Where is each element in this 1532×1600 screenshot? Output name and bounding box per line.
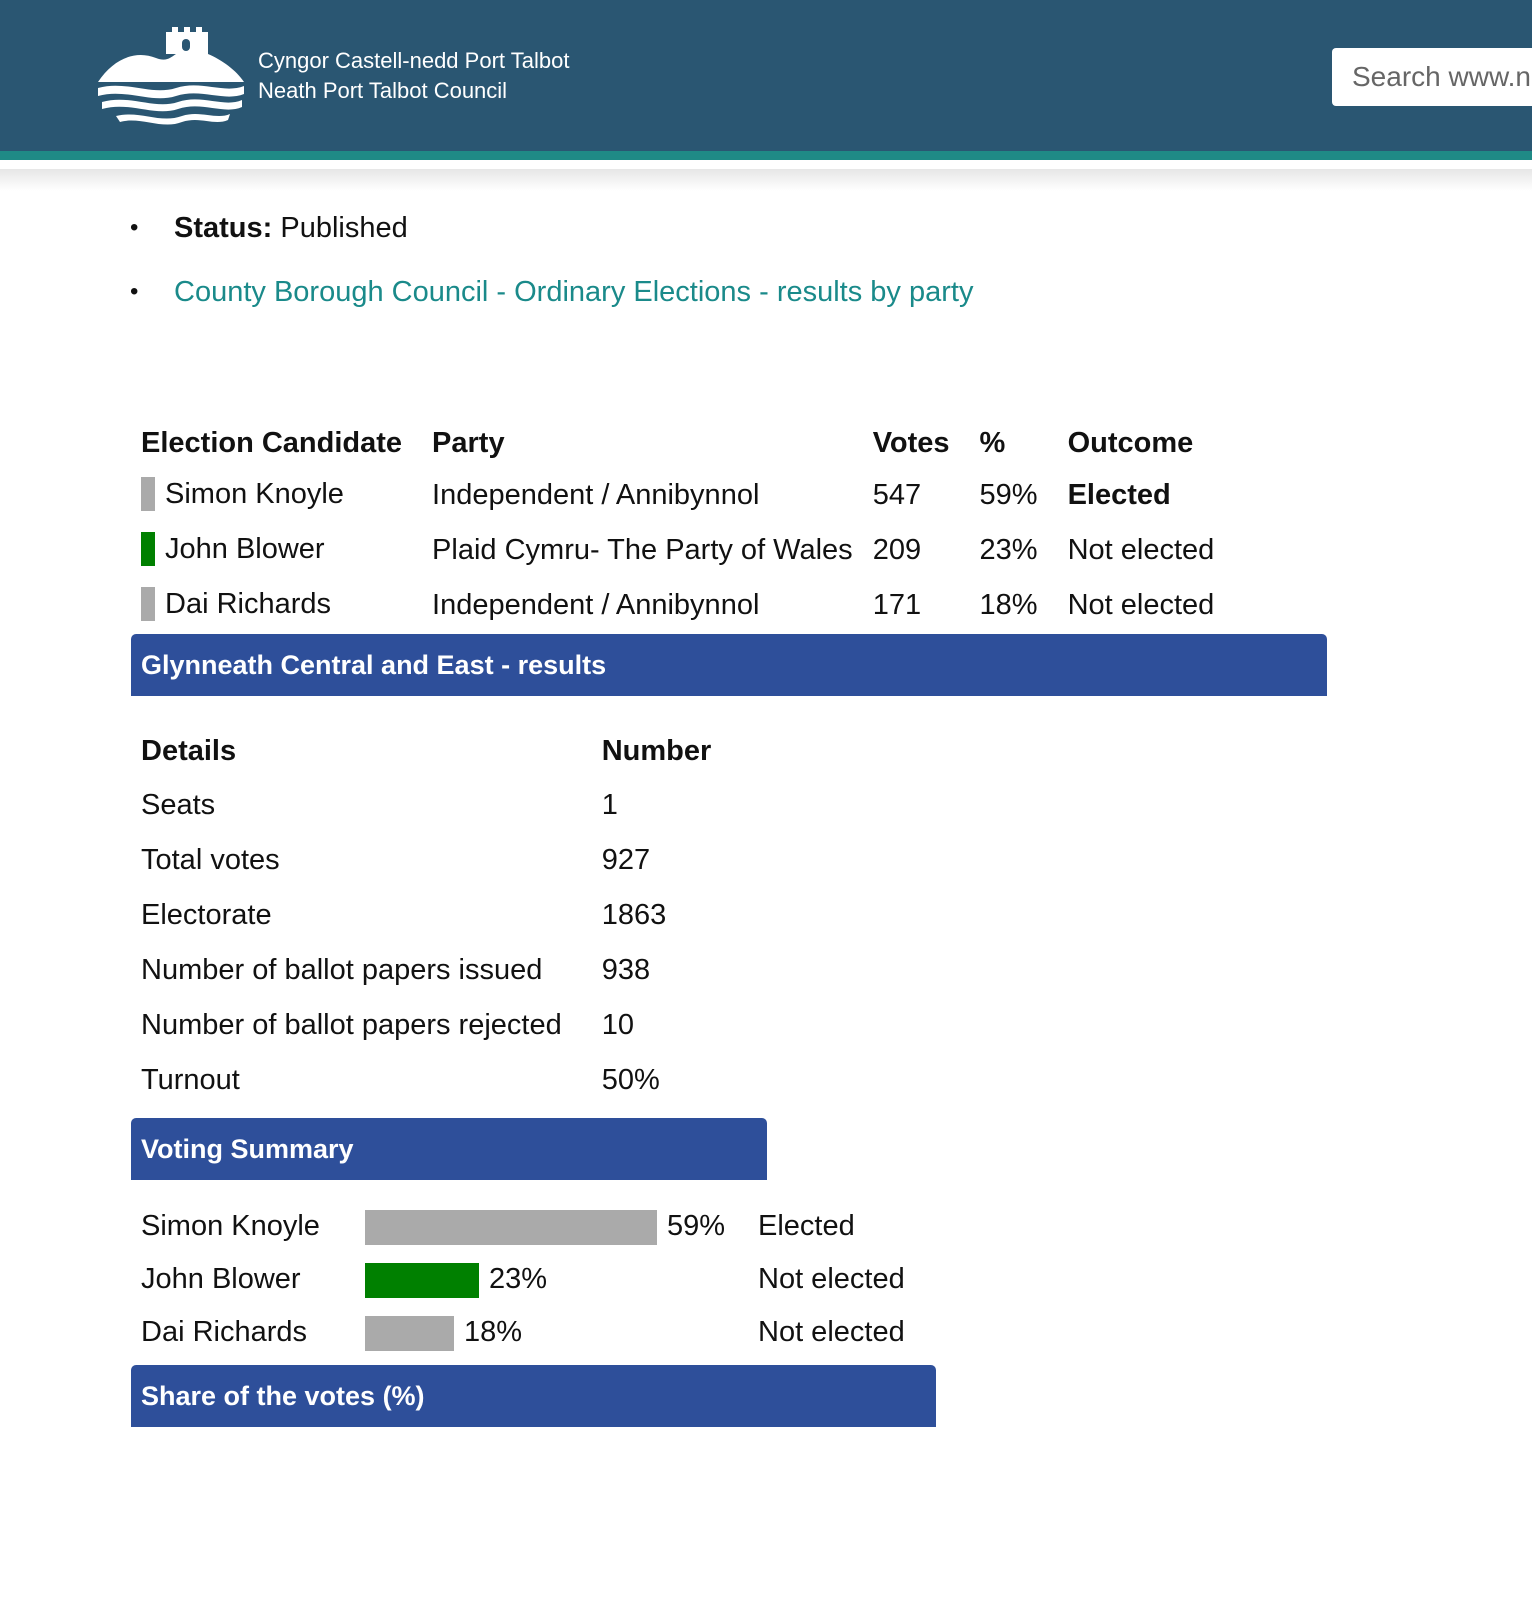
results-header-row: Election Candidate Party Votes % Outcome xyxy=(131,418,1224,468)
table-row: Simon Knoyle Independent / Annibynnol 54… xyxy=(131,468,1224,523)
candidate-cell: Dai Richards xyxy=(131,578,412,633)
header-shadow xyxy=(0,169,1532,191)
vote-share-percent: 59% xyxy=(667,1210,726,1242)
details-header-row: Details Number xyxy=(131,724,721,778)
status-value: Published xyxy=(280,212,408,244)
results-by-party-item: County Borough Council - Ordinary Electi… xyxy=(130,274,973,338)
detail-value: 938 xyxy=(601,954,651,986)
party-color-swatch xyxy=(141,586,155,621)
votes-cell: 171 xyxy=(872,589,922,621)
detail-label: Seats xyxy=(141,789,216,821)
detail-value: 50% xyxy=(601,1064,660,1096)
table-row: John Blower Plaid Cymru- The Party of Wa… xyxy=(131,523,1224,578)
vote-share-outcome: Elected xyxy=(758,1210,855,1242)
outcome-cell: Elected xyxy=(1067,479,1171,511)
outcome-cell: Not elected xyxy=(1067,534,1215,566)
voting-details-table: Details Number Seats 1 Total votes 927 E… xyxy=(131,724,721,1108)
table-row: Number of ballot papers rejected 10 xyxy=(131,998,721,1053)
candidate-name: John Blower xyxy=(165,533,325,566)
party-cell: Independent / Annibynnol xyxy=(432,479,760,511)
detail-value: 1863 xyxy=(601,899,667,931)
results-by-party-link[interactable]: County Borough Council - Ordinary Electi… xyxy=(174,276,973,308)
percent-cell: 59% xyxy=(979,479,1038,511)
party-cell: Plaid Cymru- The Party of Wales xyxy=(432,534,853,566)
detail-label: Number of ballot papers rejected xyxy=(141,1009,562,1041)
table-row: Electorate 1863 xyxy=(131,888,721,943)
table-row: Number of ballot papers issued 938 xyxy=(131,943,721,998)
table-row: Total votes 927 xyxy=(131,833,721,888)
vote-share-candidate: Dai Richards xyxy=(141,1316,307,1348)
brand-name[interactable]: Cyngor Castell-nedd Port Talbot Neath Po… xyxy=(258,46,569,106)
brand-line-welsh: Cyngor Castell-nedd Port Talbot xyxy=(258,48,570,73)
vote-share-candidate: Simon Knoyle xyxy=(141,1210,320,1242)
party-color-swatch xyxy=(141,476,155,511)
col-number: Number xyxy=(601,734,712,767)
table-row: Dai Richards Independent / Annibynnol 17… xyxy=(131,578,1224,633)
votes-cell: 547 xyxy=(872,479,922,511)
candidate-cell: John Blower xyxy=(131,523,412,578)
vote-share-bar xyxy=(365,1263,479,1298)
detail-label: Turnout xyxy=(141,1064,240,1096)
results-caption: Glynneath Central and East - results xyxy=(131,634,1327,696)
party-cell: Independent / Annibynnol xyxy=(432,589,760,621)
vote-share-bar xyxy=(365,1316,454,1351)
vote-share-percent: 23% xyxy=(489,1263,548,1295)
detail-value: 10 xyxy=(601,1009,634,1041)
table-row: Seats 1 xyxy=(131,778,721,833)
col-candidate: Election Candidate xyxy=(141,426,403,459)
party-color-swatch xyxy=(141,531,155,566)
percent-cell: 18% xyxy=(979,589,1038,621)
outcome-cell: Not elected xyxy=(1067,589,1215,621)
brand-line-english: Neath Port Talbot Council xyxy=(258,78,508,103)
vote-share-outcome: Not elected xyxy=(758,1316,905,1348)
candidate-cell: Simon Knoyle xyxy=(131,468,412,523)
candidate-name: Simon Knoyle xyxy=(165,478,344,511)
meta-list: Status: Published County Borough Council… xyxy=(130,210,973,338)
voting-summary-caption: Voting Summary xyxy=(131,1118,767,1180)
vote-share-outcome: Not elected xyxy=(758,1263,905,1295)
site-search-input[interactable] xyxy=(1332,48,1532,106)
col-percent: % xyxy=(979,426,1006,459)
vote-share-percent: 18% xyxy=(464,1316,523,1348)
percent-cell: 23% xyxy=(979,534,1038,566)
status-label: Status: xyxy=(174,212,273,244)
detail-label: Electorate xyxy=(141,899,272,931)
detail-label: Number of ballot papers issued xyxy=(141,954,543,986)
vote-share-bar xyxy=(365,1210,657,1245)
col-party: Party xyxy=(432,426,505,459)
detail-value: 927 xyxy=(601,844,651,876)
council-castle-logo-icon[interactable] xyxy=(96,24,246,130)
votes-cell: 209 xyxy=(872,534,922,566)
share-of-votes-caption: Share of the votes (%) xyxy=(131,1365,936,1427)
col-details: Details xyxy=(141,734,237,767)
vote-share-candidate: John Blower xyxy=(141,1263,301,1295)
status-item: Status: Published xyxy=(130,210,973,274)
table-row: Turnout 50% xyxy=(131,1053,721,1108)
col-votes: Votes xyxy=(872,426,950,459)
col-outcome: Outcome xyxy=(1067,426,1194,459)
detail-value: 1 xyxy=(601,789,618,821)
detail-label: Total votes xyxy=(141,844,280,876)
candidate-name: Dai Richards xyxy=(165,588,331,621)
results-table: Election Candidate Party Votes % Outcome… xyxy=(131,418,1224,633)
site-header: Cyngor Castell-nedd Port Talbot Neath Po… xyxy=(0,0,1532,160)
